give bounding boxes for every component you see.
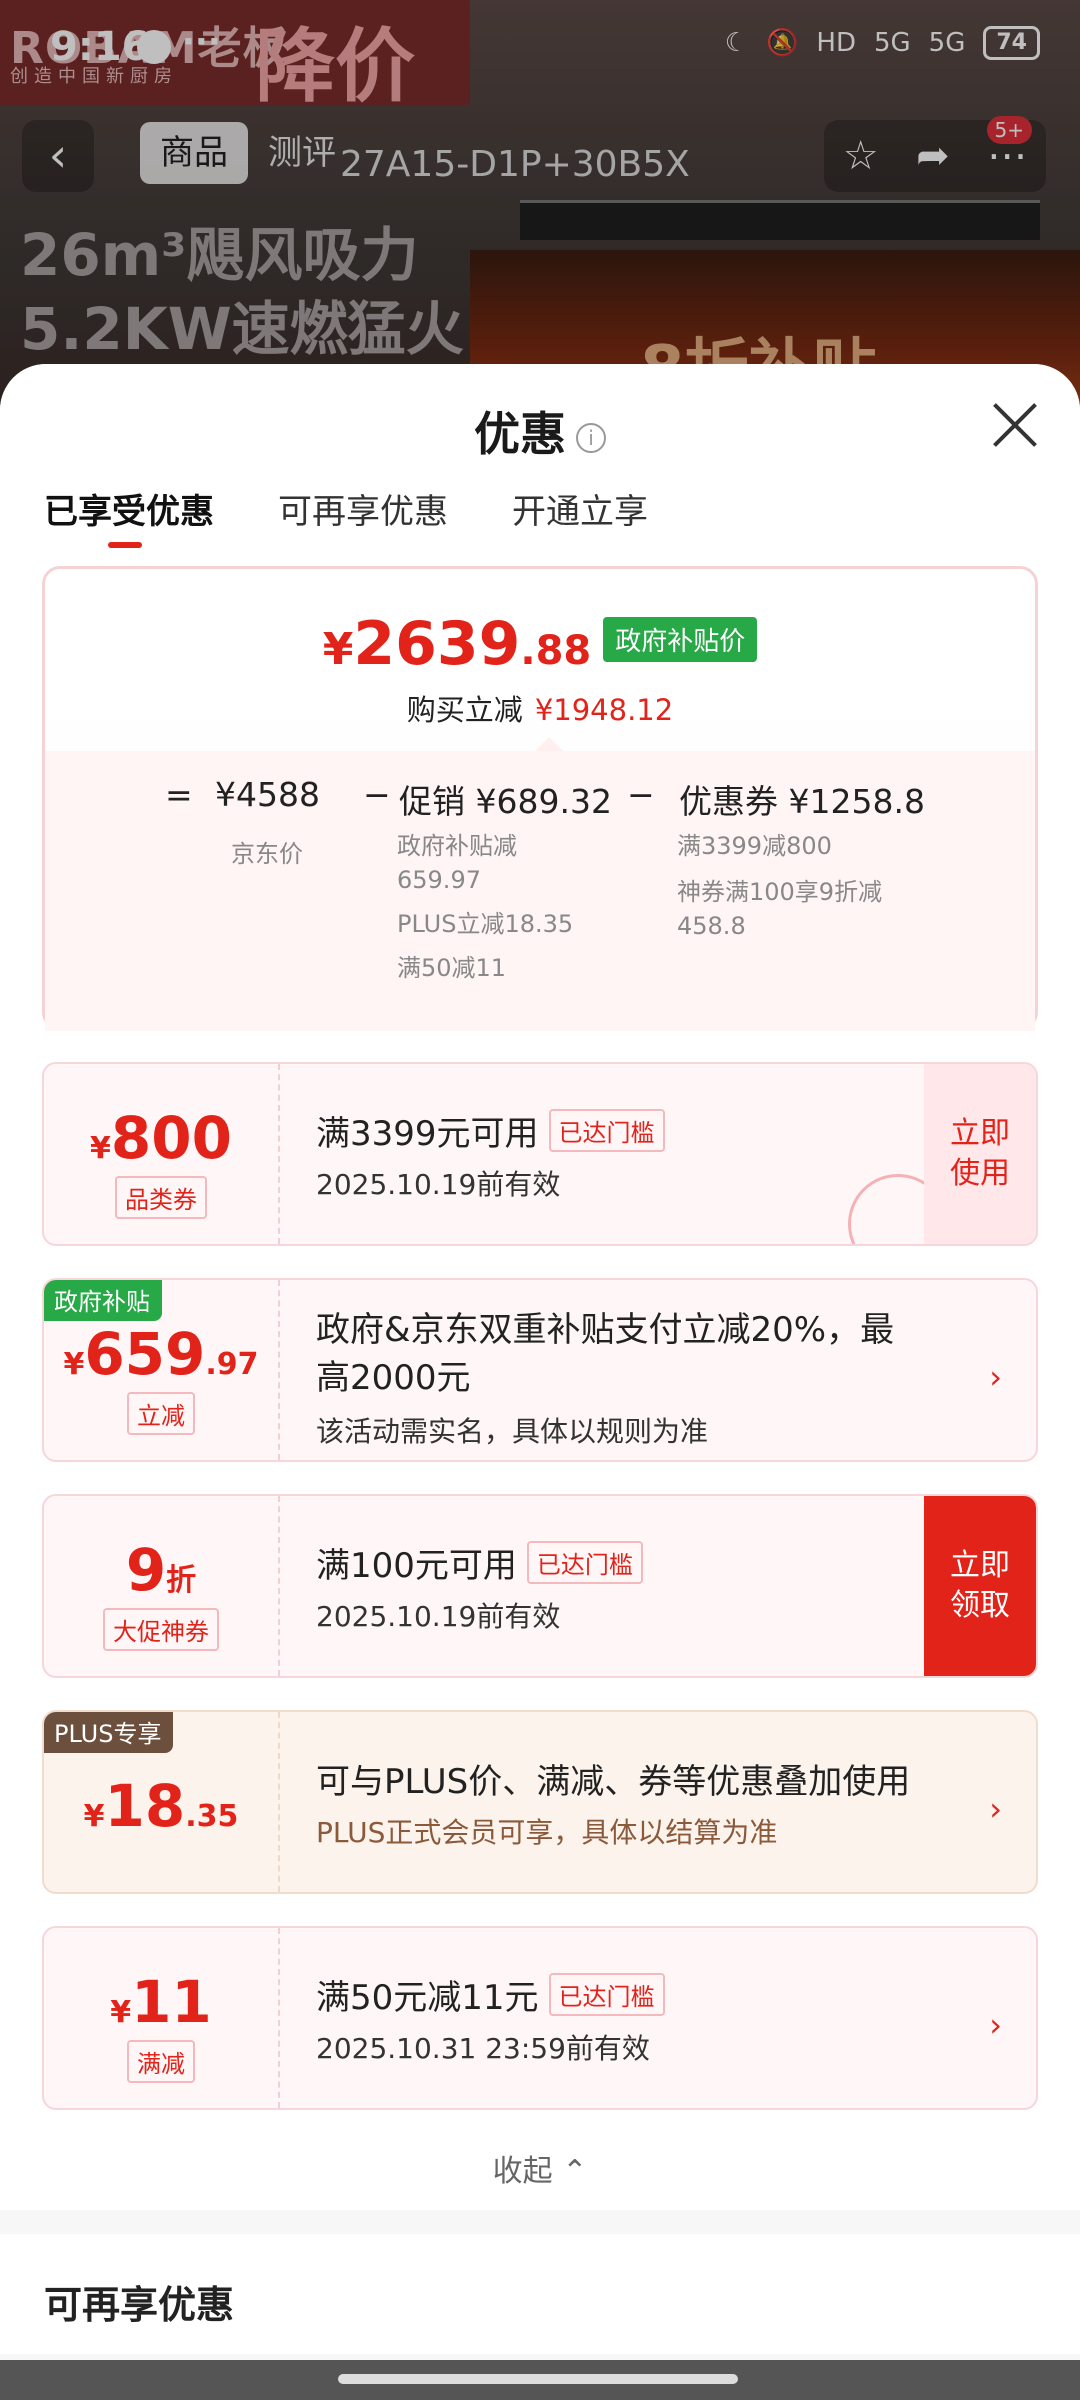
coupon-symbol: ¥	[90, 1131, 111, 1166]
claim-now-button[interactable]: 立即 领取	[924, 1496, 1036, 1676]
coupon-title: 政府&京东双重补贴支付立减20%，最高2000元	[316, 1310, 895, 1398]
coupon-discount[interactable]: 9折 大促神券 满100元可用 已达门槛 2025.10.19前有效 立即 领取	[42, 1494, 1038, 1678]
coupon-value: ¥11 满减	[44, 1928, 280, 2108]
coupon-symbol: ¥	[63, 1347, 85, 1382]
coupon-number: 11	[131, 1968, 212, 2036]
price-int: 2639	[353, 609, 521, 679]
coupon-full-reduction[interactable]: ¥11 满减 满50元减11元 已达门槛 2025.10.31 23:59前有效 …	[42, 1926, 1038, 2110]
collapse-button[interactable]: 收起 ⌃	[0, 2146, 1080, 2190]
coupon-amount: ¥18.35	[44, 1772, 278, 1840]
coupon-validity: 2025.10.19前有效	[316, 1600, 561, 1633]
coupon-body: 政府&京东双重补贴支付立减20%，最高2000元 该活动需实名，具体以规则为准	[316, 1306, 916, 1450]
coupon-number: 800	[110, 1104, 232, 1172]
discount-tabs: 已享受优惠 可再享优惠 开通立享	[0, 484, 1080, 554]
coupon-amount: 9折	[44, 1536, 278, 1604]
coupon-amount: ¥800	[44, 1104, 278, 1172]
chevron-right-icon[interactable]: ›	[989, 1358, 1002, 1396]
coupon-symbol: ¥	[83, 1799, 105, 1834]
minus-sign-2: −	[627, 775, 655, 814]
coupon-detail-2: 神券满100享9折减	[677, 878, 883, 906]
coupon-number: 659	[84, 1320, 206, 1388]
coupon-type: 品类券	[115, 1176, 207, 1219]
coupon-body: 满50元减11元 已达门槛 2025.10.31 23:59前有效	[316, 1970, 916, 2067]
coupon-note: 该活动需实名，具体以规则为准	[316, 1415, 709, 1448]
coupon-body: 满100元可用 已达门槛 2025.10.19前有效	[316, 1538, 916, 1635]
coupon-body: 满3399元可用 已达门槛 2025.10.19前有效	[316, 1106, 916, 1203]
chevron-right-icon[interactable]: ›	[989, 2006, 1002, 2044]
dim-overlay[interactable]	[0, 0, 1080, 420]
savings-value: ¥1948.12	[534, 693, 674, 727]
discount-sheet: 优惠 i 已享受优惠 可再享优惠 开通立享 ¥2639.88 政府补贴价 购买立减 ¥…	[0, 364, 1080, 2400]
coupon-title: 满3399元可用 已达门槛	[316, 1106, 916, 1155]
sheet-header: 优惠 i	[0, 364, 1080, 484]
coupon-detail-1: 满3399减800	[677, 832, 832, 860]
gov-subsidy-tag: 政府补贴价	[603, 617, 758, 662]
price-formula: = ¥4588 京东价 − 促销 ¥689.32 政府补贴减 659.97 PL…	[45, 751, 1035, 1031]
final-price: ¥2639.88 政府补贴价	[45, 609, 1035, 679]
coupon-amount: ¥11	[44, 1968, 278, 2036]
equals-sign: =	[165, 775, 193, 814]
sheet-title-text: 优惠	[474, 407, 566, 461]
coupon-title: 可与PLUS价、满减、券等优惠叠加使用	[316, 1762, 911, 1802]
sheet-title: 优惠 i	[0, 398, 1080, 464]
tab-open-to-enjoy[interactable]: 开通立享	[512, 484, 648, 554]
chevron-right-icon[interactable]: ›	[989, 1790, 1002, 1828]
coupon-decimal: .97	[205, 1347, 259, 1382]
coupon-total: 优惠券 ¥1258.8	[679, 782, 925, 821]
coupon-type: 立减	[127, 1392, 195, 1435]
coupon-title-text: 满50元减11元	[316, 1978, 539, 2018]
total-savings: 购买立减 ¥1948.12	[45, 687, 1035, 729]
coupon-number: 9	[125, 1536, 167, 1604]
coupon-amount: ¥659.97	[44, 1320, 278, 1388]
coupon-type: 满减	[127, 2040, 195, 2083]
coupon-value: ¥800 品类券	[44, 1064, 280, 1244]
coupon-category[interactable]: ¥800 品类券 满3399元可用 已达门槛 2025.10.19前有效 立即 使用	[42, 1062, 1038, 1246]
coupon-validity: 2025.10.31 23:59前有效	[316, 2032, 650, 2065]
price-summary: ¥2639.88 政府补贴价 购买立减 ¥1948.12 = ¥4588 京东价 −…	[42, 566, 1038, 1031]
jd-price: ¥4588	[215, 775, 320, 814]
reached-badge: 已达门槛	[548, 1109, 665, 1152]
home-indicator[interactable]	[338, 2374, 738, 2384]
use-now-button[interactable]: 立即 使用	[924, 1064, 1036, 1244]
coupon-type: 大促神券	[103, 1608, 219, 1651]
price-symbol: ¥	[322, 624, 354, 675]
minus-sign-1: −	[363, 775, 391, 814]
promo-detail-1: 政府补贴减	[397, 832, 517, 860]
system-nav-bar	[0, 2360, 1080, 2400]
coupon-note: PLUS正式会员可享，具体以结算为准	[316, 1816, 778, 1849]
promo-detail-4: 满50减11	[397, 954, 507, 982]
coupon-value: 9折 大促神券	[44, 1496, 280, 1676]
close-icon[interactable]	[990, 400, 1040, 450]
jd-price-label: 京东价	[231, 840, 303, 868]
coupon-validity: 2025.10.19前有效	[316, 1168, 561, 1201]
coupon-title: 满100元可用 已达门槛	[316, 1538, 916, 1587]
coupon-symbol: ¥	[110, 1995, 132, 2030]
section-title: 可再享优惠	[44, 2283, 235, 2327]
coupon-detail-3: 458.8	[677, 912, 746, 940]
coupon-decimal: .35	[185, 1799, 239, 1834]
tab-enjoyed[interactable]: 已享受优惠	[44, 484, 214, 554]
coupon-unit: 折	[166, 1563, 197, 1598]
coupon-gov-subsidy[interactable]: ¥659.97 立减 政府补贴 政府&京东双重补贴支付立减20%，最高2000元…	[42, 1278, 1038, 1462]
savings-label: 购买立减	[406, 693, 523, 727]
tab-available[interactable]: 可再享优惠	[278, 484, 448, 554]
promo-detail-2: 659.97	[397, 866, 481, 894]
reached-badge: 已达门槛	[526, 1541, 643, 1584]
gov-subsidy-corner-tag: 政府补贴	[44, 1280, 162, 1321]
reached-badge: 已达门槛	[548, 1973, 665, 2016]
promo-detail-3: PLUS立减18.35	[397, 910, 574, 938]
coupon-title: 满50元减11元 已达门槛	[316, 1970, 916, 2019]
coupon-body: 可与PLUS价、满减、券等优惠叠加使用 PLUS正式会员可享，具体以结算为准	[316, 1754, 916, 1851]
promo-total: 促销 ¥689.32	[399, 782, 612, 821]
more-discounts-section: 可再享优惠	[0, 2234, 1080, 2354]
coupon-title-text: 满100元可用	[316, 1546, 517, 1586]
coupon-number: 18	[104, 1772, 186, 1840]
price-dec: .88	[520, 628, 592, 674]
coupon-title-text: 满3399元可用	[316, 1114, 539, 1154]
pointer-arrow	[535, 737, 563, 751]
info-icon[interactable]: i	[576, 422, 606, 453]
plus-corner-tag: PLUS专享	[44, 1712, 174, 1753]
coupon-plus[interactable]: ¥18.35 PLUS专享 可与PLUS价、满减、券等优惠叠加使用 PLUS正式…	[42, 1710, 1038, 1894]
